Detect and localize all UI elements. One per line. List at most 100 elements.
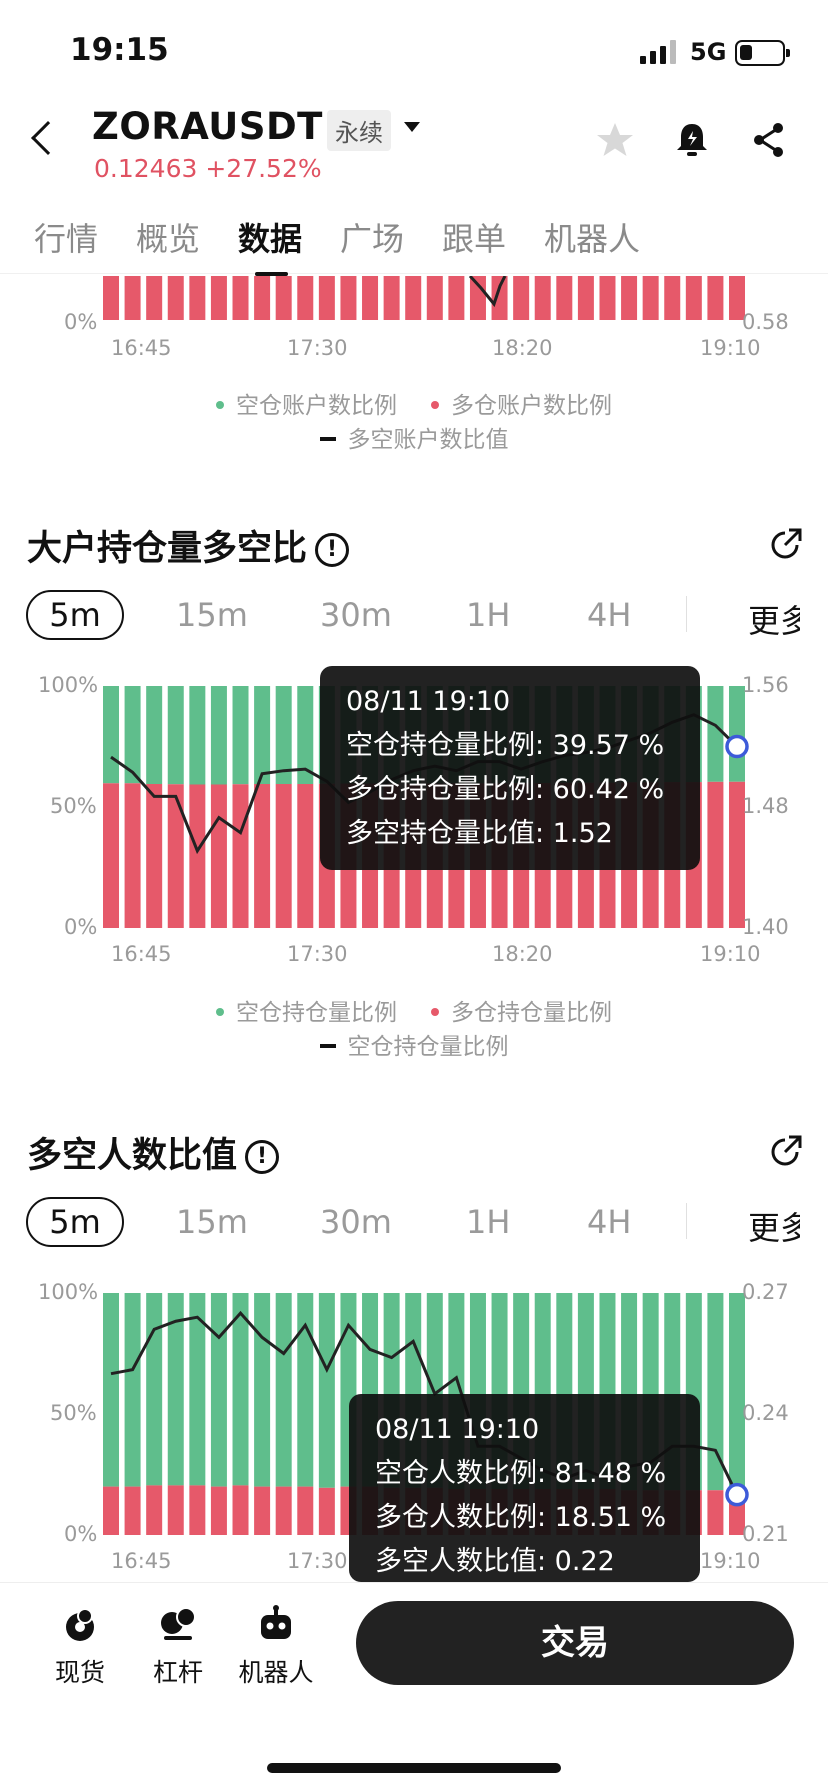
tooltip-time: 08/11 19:10 bbox=[346, 686, 511, 717]
interval-selector: 5m 15m 30m 1H 4H 更多 bbox=[0, 1197, 828, 1253]
bar-long bbox=[232, 784, 249, 928]
interval-1h[interactable]: 1H bbox=[466, 596, 510, 634]
bar-long bbox=[103, 1486, 119, 1535]
margin-label: 杠杆 bbox=[152, 1658, 203, 1687]
interval-15m[interactable]: 15m bbox=[176, 596, 248, 634]
tooltip-time: 08/11 19:10 bbox=[375, 1414, 540, 1445]
interval-4h[interactable]: 4H bbox=[587, 596, 631, 634]
y-right-tick: 1.40 bbox=[742, 915, 789, 939]
interval-more[interactable]: 更多 bbox=[748, 596, 800, 642]
header: ZORAUSDT 永续 0.12463 +27.52% bbox=[0, 100, 828, 200]
bar-short bbox=[189, 686, 206, 785]
caret-down-icon[interactable] bbox=[404, 122, 420, 132]
bot-button[interactable]: 机器人 bbox=[236, 1605, 316, 1689]
tab-data[interactable]: 数据 bbox=[238, 214, 302, 260]
bar-long bbox=[318, 1487, 335, 1535]
interval-1h[interactable]: 1H bbox=[466, 1203, 510, 1241]
bars-layer bbox=[103, 276, 745, 320]
y-right-tick: 0.58 bbox=[742, 310, 789, 334]
tab-bots[interactable]: 机器人 bbox=[544, 214, 640, 260]
account-ratio-legend: 空仓账户数比例 多仓账户数比例 bbox=[0, 386, 828, 420]
selected-point-marker bbox=[725, 734, 749, 759]
bar-long bbox=[534, 276, 551, 320]
interval-30m[interactable]: 30m bbox=[320, 596, 392, 634]
position-ratio-legend: 空仓持仓量比例 多仓持仓量比例 bbox=[0, 993, 828, 1027]
interval-5m[interactable]: 5m bbox=[26, 1197, 124, 1247]
interval-divider bbox=[686, 1203, 687, 1239]
bar-long bbox=[254, 276, 271, 320]
tab-square[interactable]: 广场 bbox=[340, 214, 404, 260]
spot-button[interactable]: 现货 bbox=[50, 1605, 110, 1689]
bar-short bbox=[297, 1293, 314, 1487]
account-ratio-legend-line: 多空账户数比值 bbox=[0, 420, 828, 454]
margin-button[interactable]: 杠杆 bbox=[148, 1605, 208, 1689]
network-type: 5G bbox=[690, 38, 727, 66]
bottom-bar: 现货 杠杆 机器人 交易 bbox=[0, 1582, 828, 1792]
people-ratio-tooltip: 08/11 19:10 空仓人数比例: 81.48 % 多仓人数比例: 18.5… bbox=[349, 1394, 700, 1582]
legend-line-dash bbox=[319, 1043, 336, 1048]
bar-short bbox=[275, 1293, 292, 1487]
bar-long bbox=[362, 276, 379, 320]
price-change-percent: +27.52% bbox=[205, 154, 322, 183]
bar-long bbox=[577, 276, 594, 320]
star-icon[interactable] bbox=[595, 120, 635, 160]
y-left-tick: 100% bbox=[38, 673, 98, 697]
symbol-title[interactable]: ZORAUSDT bbox=[92, 105, 323, 148]
bar-long bbox=[405, 276, 422, 320]
back-chevron-icon[interactable] bbox=[31, 121, 65, 155]
interval-more[interactable]: 更多 bbox=[748, 1203, 800, 1249]
interval-15m[interactable]: 15m bbox=[176, 1203, 248, 1241]
interval-divider bbox=[686, 596, 687, 632]
bar-long bbox=[448, 276, 465, 320]
legend-line-dash bbox=[319, 436, 336, 441]
bar-long bbox=[167, 1485, 184, 1535]
bar-short bbox=[103, 686, 119, 784]
y-left-tick: 50% bbox=[50, 1401, 97, 1425]
section-title-position-ratio: 大户持仓量多空比! bbox=[27, 520, 350, 571]
info-icon[interactable]: ! bbox=[315, 533, 350, 567]
tab-overview[interactable]: 概览 bbox=[136, 214, 200, 260]
x-tick: 16:45 bbox=[111, 336, 172, 360]
contract-type-badge[interactable]: 永续 bbox=[327, 110, 391, 151]
trade-button[interactable]: 交易 bbox=[356, 1601, 794, 1685]
x-tick: 16:45 bbox=[111, 942, 172, 966]
bar-long bbox=[189, 1485, 206, 1535]
tab-market[interactable]: 行情 bbox=[34, 214, 98, 260]
info-icon[interactable]: ! bbox=[245, 1140, 280, 1174]
legend-dot-red bbox=[431, 400, 439, 409]
bar-long bbox=[103, 276, 119, 320]
alert-bell-icon[interactable] bbox=[672, 120, 712, 160]
bar-long bbox=[124, 783, 141, 928]
bar-long bbox=[124, 1486, 141, 1535]
bar-short bbox=[729, 1293, 745, 1491]
share-icon[interactable] bbox=[749, 120, 789, 160]
status-bar: 19:15 5G bbox=[0, 0, 828, 100]
signal-icon bbox=[640, 40, 676, 64]
bar-short bbox=[729, 686, 745, 782]
x-tick: 19:10 bbox=[700, 336, 761, 360]
bar-short bbox=[146, 686, 163, 785]
bar-long bbox=[664, 276, 681, 320]
position-ratio-tooltip: 08/11 19:10 空仓持仓量比例: 39.57 % 多仓持仓量比例: 60… bbox=[320, 666, 700, 870]
bot-label: 机器人 bbox=[238, 1658, 314, 1687]
tab-copy-trading[interactable]: 跟单 bbox=[442, 214, 506, 260]
y-right-tick: 1.48 bbox=[742, 794, 789, 818]
bar-long bbox=[556, 276, 573, 320]
account-ratio-chart[interactable]: 0% 0.58 16:45 17:30 18:20 19:10 bbox=[0, 276, 828, 366]
bar-short bbox=[254, 1293, 271, 1487]
bar-short bbox=[146, 1293, 163, 1486]
external-link-icon[interactable] bbox=[768, 1133, 804, 1169]
bar-short bbox=[318, 1293, 335, 1488]
bar-long bbox=[340, 276, 357, 320]
legend-line: 空仓持仓量比例 bbox=[347, 1034, 509, 1060]
interval-30m[interactable]: 30m bbox=[320, 1203, 392, 1241]
bar-long bbox=[685, 276, 702, 320]
bar-long bbox=[254, 1486, 271, 1535]
bar-long bbox=[167, 784, 184, 928]
bar-long bbox=[642, 276, 659, 320]
interval-5m[interactable]: 5m bbox=[26, 590, 124, 640]
bar-long bbox=[707, 1490, 724, 1535]
external-link-icon[interactable] bbox=[768, 526, 804, 562]
y-right-tick: 0.27 bbox=[742, 1280, 789, 1304]
interval-4h[interactable]: 4H bbox=[587, 1203, 631, 1241]
